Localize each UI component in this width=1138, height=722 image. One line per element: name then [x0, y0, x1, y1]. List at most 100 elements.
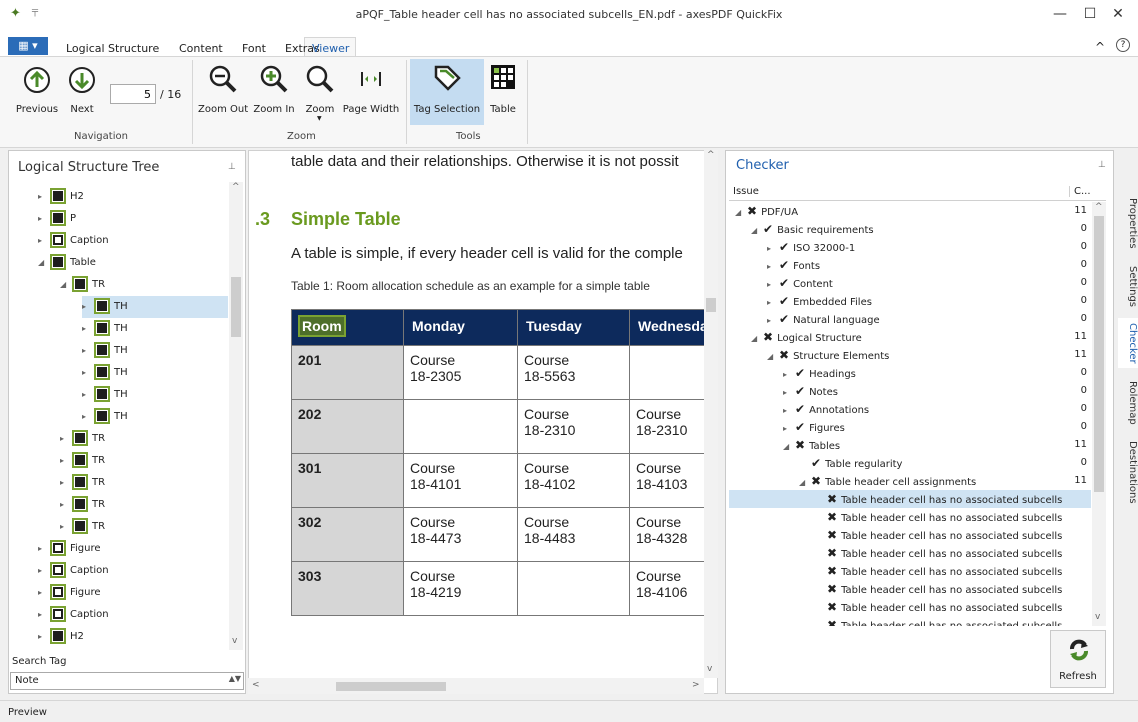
tree-item[interactable]: ▸ Caption	[38, 560, 109, 582]
tree-item[interactable]: ▸ TH	[82, 362, 128, 384]
tab-viewer[interactable]: Viewer	[312, 42, 349, 55]
tree-item[interactable]: ◢ TR	[60, 274, 105, 296]
checker-item[interactable]: ▸ ✔ Embedded Files 0	[729, 292, 1091, 310]
document-hscrollbar[interactable]: < >	[248, 678, 704, 694]
page-number-input[interactable]	[110, 84, 156, 104]
tree-scrollbar[interactable]: ^ v	[229, 182, 243, 650]
file-menu-button[interactable]: ▦ ▾	[8, 37, 48, 55]
expand-arrow-icon[interactable]: ▸	[38, 230, 50, 252]
zoom-out-button[interactable]: Zoom Out	[198, 64, 248, 120]
expand-arrow-icon[interactable]: ▸	[60, 428, 72, 450]
document-view[interactable]: table data and their relationships. Othe…	[248, 150, 718, 694]
checker-item[interactable]: ✖Table header cell has no associated sub…	[729, 526, 1091, 544]
expand-arrow-icon[interactable]: ▸	[38, 604, 50, 626]
checker-item[interactable]: ▸ ✔ Figures 0	[729, 418, 1091, 436]
table-cell[interactable]: Course 18-4219	[403, 561, 518, 616]
minimize-button[interactable]: —	[1048, 4, 1072, 24]
expand-arrow-icon[interactable]: ▸	[60, 472, 72, 494]
close-button[interactable]: ✕	[1106, 4, 1130, 24]
tree-item[interactable]: ▸ TH	[82, 384, 128, 406]
checker-item[interactable]: ▸ ✔ Headings 0	[729, 364, 1091, 382]
scrollbar-thumb[interactable]	[231, 277, 241, 337]
row-header-cell[interactable]: 301	[291, 453, 404, 508]
table-cell[interactable]: Course 18-4473	[403, 507, 518, 562]
checker-item[interactable]: ◢ ✖ Logical Structure 11	[729, 328, 1091, 346]
checker-item[interactable]: ✖Table header cell has no associated sub…	[729, 598, 1091, 616]
table-header-cell-selected[interactable]: Room	[291, 309, 404, 346]
table-cell[interactable]: Course 18-5563	[517, 345, 630, 400]
side-tab-checker[interactable]: Checker	[1118, 318, 1138, 368]
search-tag-field[interactable]: Note ▲▼	[10, 672, 244, 690]
scroll-down-icon[interactable]: v	[232, 636, 237, 646]
expand-arrow-icon[interactable]: ◢	[60, 274, 72, 296]
expand-arrow-icon[interactable]: ▸	[38, 186, 50, 208]
help-icon[interactable]: ?	[1116, 38, 1130, 52]
scroll-left-icon[interactable]: <	[252, 680, 260, 690]
tree-item[interactable]: ▸ Figure	[38, 538, 101, 560]
row-header-cell[interactable]: 303	[291, 561, 404, 616]
checker-item[interactable]: ▸ ✔ ISO 32000-1 0	[729, 238, 1091, 256]
tree-item[interactable]: ▸ TH	[82, 296, 228, 318]
previous-button[interactable]: Previous	[12, 64, 62, 120]
tab-content[interactable]: Content	[179, 42, 223, 55]
tree-item[interactable]: ▸ Caption	[38, 604, 109, 626]
tree-item[interactable]: ▸ TR	[60, 494, 105, 516]
checker-item[interactable]: ▸ ✔ Annotations 0	[729, 400, 1091, 418]
tree-item[interactable]: ▸ P	[38, 208, 76, 230]
pin-icon[interactable]: ⊥	[228, 162, 236, 172]
expand-arrow-icon[interactable]: ▸	[82, 362, 94, 384]
table-header-cell[interactable]: Tuesday	[517, 309, 630, 346]
table-cell[interactable]: Course 18-4101	[403, 453, 518, 508]
table-cell[interactable]: Course 18-4102	[517, 453, 630, 508]
count-column-header[interactable]: C...	[1069, 186, 1091, 197]
side-tab-destinations[interactable]: Destinations	[1118, 438, 1138, 506]
scroll-right-icon[interactable]: >	[692, 680, 700, 690]
checker-item[interactable]: ◢ ✖ Tables 11	[729, 436, 1091, 454]
scroll-up-icon[interactable]: ^	[232, 182, 240, 192]
checker-item[interactable]: ◢ ✔ Basic requirements 0	[729, 220, 1091, 238]
checker-item[interactable]: ✔ Table regularity 0	[729, 454, 1091, 472]
tree-item[interactable]: ▸ TH	[82, 340, 128, 362]
checker-item[interactable]: ✖Table header cell has no associated sub…	[729, 580, 1091, 598]
table-cell[interactable]: Course 18-2305	[403, 345, 518, 400]
table-view-button[interactable]: Table	[486, 64, 520, 120]
expand-arrow-icon[interactable]: ▸	[82, 318, 94, 340]
table-cell[interactable]	[403, 399, 518, 454]
checker-scrollbar[interactable]: ^ v	[1092, 202, 1106, 626]
scrollbar-thumb[interactable]	[706, 298, 716, 312]
checker-item[interactable]: ◢ ✖ Table header cell assignments 11	[729, 472, 1091, 490]
page-width-button[interactable]: Page Width	[342, 64, 400, 120]
checker-item[interactable]: ✖Table header cell has no associated sub…	[729, 562, 1091, 580]
expand-arrow-icon[interactable]: ▸	[38, 560, 50, 582]
tree-item[interactable]: ▸ Figure	[38, 582, 101, 604]
refresh-button[interactable]: Refresh	[1050, 630, 1106, 688]
zoom-button[interactable]: Zoom ▼	[300, 64, 340, 126]
scroll-up-icon[interactable]: ^	[1095, 202, 1103, 212]
scroll-down-icon[interactable]: v	[707, 664, 712, 674]
zoom-in-button[interactable]: Zoom In	[252, 64, 296, 120]
maximize-button[interactable]: ☐	[1078, 4, 1102, 24]
scrollbar-thumb[interactable]	[1094, 216, 1104, 492]
expand-arrow-icon[interactable]: ▸	[82, 340, 94, 362]
tree-item[interactable]: ▸ TH	[82, 318, 128, 340]
tree-item[interactable]: ▸ TR	[60, 516, 105, 538]
tab-logical-structure[interactable]: Logical Structure	[66, 42, 159, 55]
table-cell[interactable]: Course 18-4483	[517, 507, 630, 562]
expand-arrow-icon[interactable]: ◢	[38, 252, 50, 274]
side-tab-properties[interactable]: Properties	[1118, 190, 1138, 256]
tree-item[interactable]: ▸ Caption	[38, 230, 109, 252]
table-cell[interactable]	[517, 561, 630, 616]
expand-arrow-icon[interactable]: ▸	[38, 582, 50, 604]
row-header-cell[interactable]: 201	[291, 345, 404, 400]
checker-item[interactable]: ◢ ✖ Structure Elements 11	[729, 346, 1091, 364]
tag-selection-button[interactable]: Tag Selection	[410, 59, 484, 125]
tree-item[interactable]: ▸ TR	[60, 428, 105, 450]
checker-item[interactable]: ✖Table header cell has no associated sub…	[729, 508, 1091, 526]
checker-item[interactable]: ▸ ✔ Natural language 0	[729, 310, 1091, 328]
tree-item[interactable]: ▸ H2	[38, 186, 84, 208]
pin-icon[interactable]: ⊥	[1098, 160, 1106, 170]
scroll-up-icon[interactable]: ^	[707, 150, 715, 160]
expand-arrow-icon[interactable]: ▸	[38, 538, 50, 560]
expand-arrow-icon[interactable]: ▸	[82, 384, 94, 406]
expand-arrow-icon[interactable]: ▸	[60, 516, 72, 538]
